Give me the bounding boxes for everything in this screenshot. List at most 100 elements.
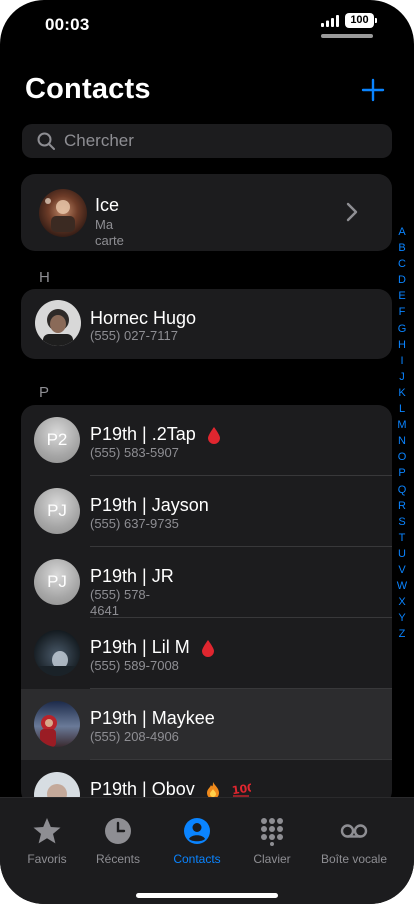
index-letter[interactable]: P bbox=[396, 465, 408, 481]
contact-name: P19th | JR bbox=[90, 566, 174, 586]
search-input[interactable] bbox=[64, 124, 384, 158]
tab-voicemail[interactable]: Boîte vocale bbox=[314, 816, 394, 866]
index-letter[interactable]: R bbox=[396, 498, 408, 514]
index-letter[interactable]: U bbox=[396, 546, 408, 562]
list-item[interactable]: P2 P19th | .2Tap (555) 583-5907 bbox=[21, 405, 392, 476]
contact-name-text: P19th | Lil M bbox=[90, 637, 190, 657]
index-letter[interactable]: Y bbox=[396, 610, 408, 626]
chevron-right-icon bbox=[346, 202, 358, 222]
contact-phone: (555) 208-4906 bbox=[90, 729, 179, 744]
index-letter[interactable]: T bbox=[396, 530, 408, 546]
tab-bar: Favoris Récents Contacts Clavier Boîte v… bbox=[0, 797, 414, 904]
tab-label: Favoris bbox=[27, 852, 67, 866]
avatar-initials: PJ bbox=[47, 501, 67, 520]
plus-icon[interactable] bbox=[361, 78, 385, 102]
contact-phone: (555) 589-7008 bbox=[90, 658, 179, 673]
index-letter[interactable]: B bbox=[396, 240, 408, 256]
contact-name-text: P19th | .2Tap bbox=[90, 424, 196, 444]
battery-level: 100 bbox=[350, 14, 369, 26]
tab-recents[interactable]: Récents bbox=[78, 816, 158, 866]
index-letter[interactable]: W bbox=[396, 578, 408, 594]
tab-label: Clavier bbox=[253, 852, 291, 866]
contact-name: P19th | Lil M bbox=[90, 637, 215, 658]
index-letter[interactable]: C bbox=[396, 256, 408, 272]
search-icon bbox=[37, 132, 55, 150]
home-indicator[interactable] bbox=[136, 893, 278, 898]
index-letter[interactable]: V bbox=[396, 562, 408, 578]
list-item[interactable]: P19th | Lil M (555) 589-7008 bbox=[21, 618, 392, 689]
contact-photo bbox=[35, 300, 81, 346]
tab-label: Récents bbox=[95, 852, 141, 866]
contact-name: P19th | Jayson bbox=[90, 495, 209, 515]
contact-name: P19th | Maykee bbox=[90, 708, 215, 728]
avatar bbox=[34, 701, 80, 747]
contact-phone: (555) 578- bbox=[90, 587, 150, 602]
my-card-name: Ice bbox=[95, 195, 120, 215]
blood-drop-icon bbox=[201, 640, 214, 658]
voicemail-icon bbox=[340, 824, 368, 838]
index-letter[interactable]: K bbox=[396, 385, 408, 401]
tab-contacts[interactable]: Contacts bbox=[157, 816, 237, 866]
my-card-subtitle: carte bbox=[95, 233, 124, 248]
index-letter[interactable]: F bbox=[396, 304, 408, 320]
contact-phone: (555) 637-9735 bbox=[90, 516, 179, 531]
index-letter[interactable]: M bbox=[396, 417, 408, 433]
section-header: H bbox=[39, 269, 50, 286]
contact-phone: (555) 583-5907 bbox=[90, 445, 179, 460]
contact-photo bbox=[34, 630, 80, 676]
index-letter[interactable]: Q bbox=[396, 482, 408, 498]
my-card[interactable]: Ice Ma carte bbox=[21, 174, 392, 251]
my-card-photo bbox=[39, 189, 87, 237]
index-letter[interactable]: X bbox=[396, 594, 408, 610]
avatar bbox=[34, 630, 80, 676]
battery-tip bbox=[375, 18, 377, 23]
contact-photo bbox=[34, 701, 80, 747]
my-card-subtitle: Ma bbox=[95, 217, 114, 232]
index-letter[interactable]: H bbox=[396, 337, 408, 353]
avatar: P2 bbox=[34, 417, 80, 463]
list-item[interactable]: PJ P19th | JR (555) 578- 4641 bbox=[21, 547, 392, 618]
list-item[interactable]: PJ P19th | Jayson (555) 637-9735 bbox=[21, 476, 392, 547]
keypad-icon bbox=[261, 818, 283, 846]
svg-text:100: 100 bbox=[231, 781, 251, 797]
contact-name-text: P19th | Obov bbox=[90, 779, 195, 799]
status-bar: 00:03 100 bbox=[0, 0, 414, 50]
index-letter[interactable]: J bbox=[396, 369, 408, 385]
status-pill bbox=[321, 34, 373, 38]
contact-group-h: Hornec Hugo (555) 027-7117 bbox=[21, 289, 392, 359]
avatar bbox=[35, 300, 81, 346]
avatar-initials: P2 bbox=[46, 430, 68, 449]
contact-phone: (555) 027-7117 bbox=[90, 328, 178, 343]
blood-drop-icon bbox=[207, 427, 220, 445]
list-item[interactable]: Hornec Hugo (555) 027-7117 bbox=[21, 289, 392, 359]
contact-name: P19th | .2Tap bbox=[90, 424, 221, 445]
index-letter[interactable]: N bbox=[396, 433, 408, 449]
avatar-initials: PJ bbox=[47, 572, 67, 591]
index-letter[interactable]: G bbox=[396, 321, 408, 337]
avatar: PJ bbox=[34, 488, 80, 534]
index-letter[interactable]: Z bbox=[396, 626, 408, 642]
index-letter[interactable]: O bbox=[396, 449, 408, 465]
battery-icon: 100 bbox=[345, 13, 374, 28]
clock-icon bbox=[105, 818, 131, 844]
signal-icon bbox=[321, 15, 339, 27]
index-letter[interactable]: D bbox=[396, 272, 408, 288]
index-letter[interactable]: A bbox=[396, 224, 408, 240]
tab-keypad[interactable]: Clavier bbox=[232, 816, 312, 866]
index-letter[interactable]: L bbox=[396, 401, 408, 417]
list-item[interactable]: P19th | Maykee (555) 208-4906 bbox=[21, 689, 392, 760]
alphabet-index[interactable]: ABCDEFGHIJKLMNOPQRSTUVWXYZ bbox=[396, 224, 408, 642]
tab-label: Contacts bbox=[173, 852, 221, 866]
index-letter[interactable]: I bbox=[396, 353, 408, 369]
index-letter[interactable]: E bbox=[396, 288, 408, 304]
index-letter[interactable]: S bbox=[396, 514, 408, 530]
avatar bbox=[39, 189, 87, 237]
section-header: P bbox=[39, 384, 50, 401]
person-circle-icon bbox=[184, 818, 210, 844]
tab-label: Boîte vocale bbox=[320, 852, 388, 866]
search-bar[interactable] bbox=[22, 124, 392, 158]
contact-name: Hornec Hugo bbox=[90, 308, 197, 328]
star-icon bbox=[33, 818, 61, 844]
page-title: Contacts bbox=[25, 73, 151, 105]
tab-favorites[interactable]: Favoris bbox=[7, 816, 87, 866]
